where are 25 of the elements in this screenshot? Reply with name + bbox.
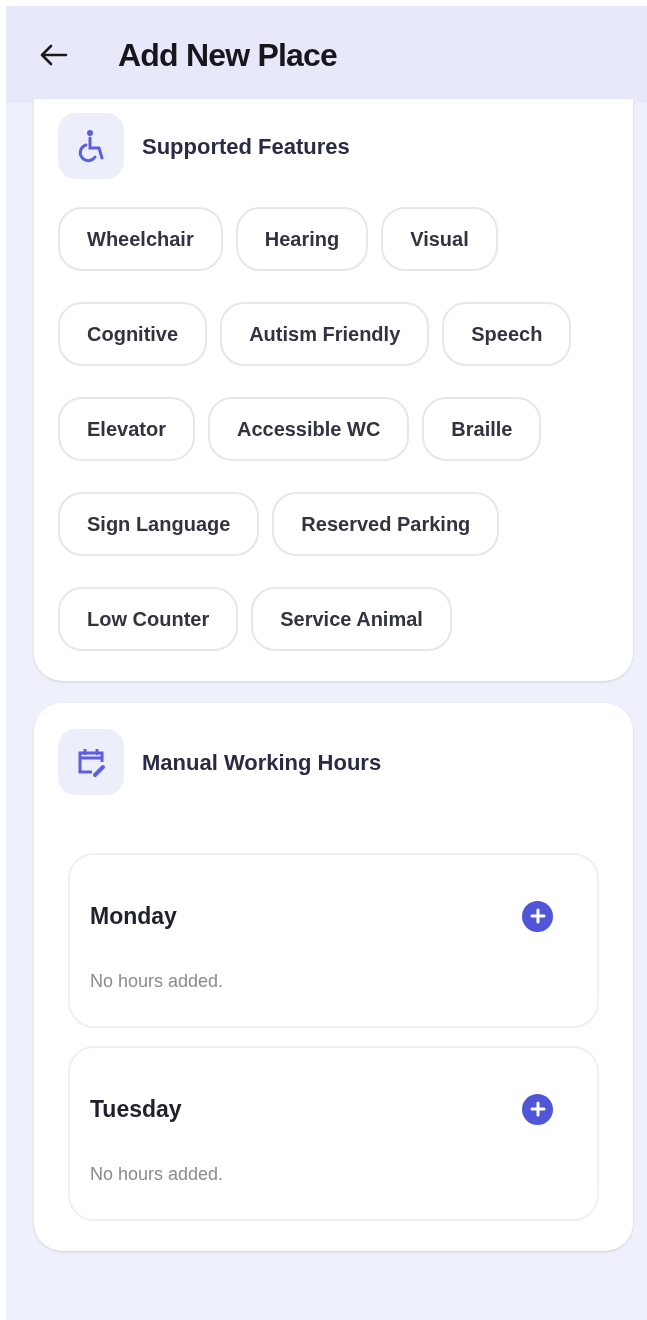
back-arrow-icon[interactable] — [38, 42, 68, 67]
feature-chip[interactable]: Reserved Parking — [272, 492, 500, 556]
feature-chip[interactable]: Visual — [381, 207, 498, 271]
feature-chip[interactable]: Service Animal — [251, 587, 452, 651]
feature-chip[interactable]: Low Counter — [58, 587, 239, 651]
add-icon[interactable] — [522, 1093, 553, 1125]
section-title: Supported Features — [142, 132, 350, 161]
feature-chip[interactable]: Autism Friendly — [220, 302, 430, 366]
no-hours-text: No hours added. — [90, 969, 225, 993]
section-title: Manual Working Hours — [142, 748, 382, 777]
feature-chip[interactable]: Cognitive — [58, 302, 208, 366]
page-title: Add New Place — [118, 35, 337, 75]
day-name: Tuesday — [90, 1095, 182, 1124]
day-name: Monday — [90, 902, 177, 931]
calendar-edit-icon — [58, 729, 124, 795]
feature-chip[interactable]: Wheelchair — [58, 207, 223, 271]
feature-chip[interactable]: Speech — [442, 302, 572, 366]
feature-chip[interactable]: Braille — [422, 397, 542, 461]
feature-chip[interactable]: Elevator — [58, 397, 195, 461]
feature-chip[interactable]: Hearing — [235, 207, 369, 271]
feature-chip[interactable]: Accessible WC — [207, 397, 410, 461]
feature-chip[interactable]: Sign Language — [58, 492, 260, 556]
no-hours-text: No hours added. — [90, 1162, 225, 1186]
add-icon[interactable] — [522, 900, 553, 932]
wheelchair-icon — [58, 113, 124, 179]
